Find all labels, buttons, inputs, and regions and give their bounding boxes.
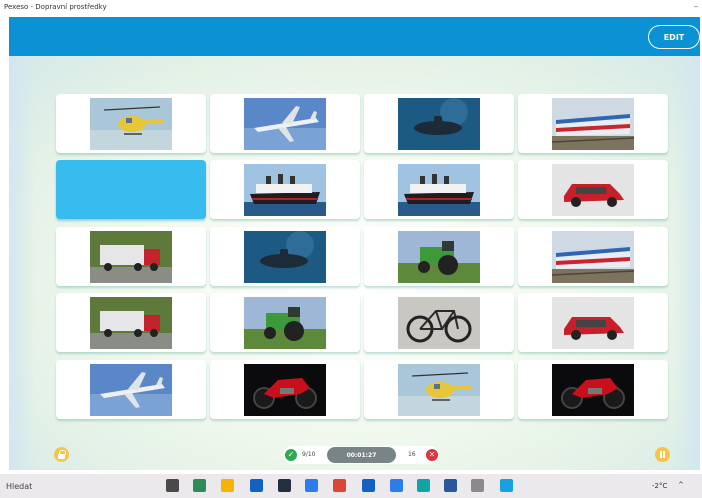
app-window: Pexeso - Dopravní prostředky – EDIT ✓ 9/…: [0, 0, 702, 498]
edge-icon[interactable]: [417, 479, 430, 492]
card-train[interactable]: [518, 227, 668, 286]
header-bar: [9, 17, 700, 56]
explorer-icon[interactable]: [221, 479, 234, 492]
pause-icon[interactable]: [655, 447, 670, 462]
board-edge-right: [674, 56, 700, 470]
dropbox-icon[interactable]: [250, 479, 263, 492]
truck-image: [90, 230, 172, 283]
card-tractor[interactable]: [210, 293, 360, 352]
widgets-icon[interactable]: [193, 479, 206, 492]
card-truck[interactable]: [56, 227, 206, 286]
card-ship[interactable]: [210, 160, 360, 219]
tractor-image: [244, 296, 326, 349]
title-bar: Pexeso - Dopravní prostředky –: [0, 0, 702, 17]
store-icon[interactable]: [305, 479, 318, 492]
error-icon: ✕: [426, 449, 438, 461]
card-motorcycle[interactable]: [518, 360, 668, 419]
motorcycle-image: [244, 363, 326, 416]
task-view-icon[interactable]: [166, 479, 179, 492]
car-image: [552, 296, 634, 349]
taskbar-search[interactable]: Hledat: [6, 482, 32, 491]
board-edge-left: [9, 56, 35, 470]
word-icon[interactable]: [444, 479, 457, 492]
card-train[interactable]: [518, 94, 668, 153]
card-truck[interactable]: [56, 293, 206, 352]
card-helicopter[interactable]: [56, 94, 206, 153]
submarine-image: [244, 230, 326, 283]
check-icon: ✓: [285, 449, 297, 461]
card-face-down[interactable]: [56, 160, 206, 219]
card-submarine[interactable]: [210, 227, 360, 286]
ship-image: [398, 163, 480, 216]
edit-button[interactable]: EDIT: [648, 25, 700, 49]
helicopter-image: [398, 363, 480, 416]
tray-chevron-icon[interactable]: ^: [678, 481, 684, 489]
airplane-image: [244, 97, 326, 150]
amazon-icon[interactable]: [278, 479, 291, 492]
weather-temperature[interactable]: -2°C: [652, 482, 667, 490]
card-tractor[interactable]: [364, 227, 514, 286]
miss-count: 16: [408, 451, 416, 458]
timer: 00:01:27: [327, 447, 396, 463]
card-bicycle[interactable]: [364, 293, 514, 352]
submarine-image: [398, 97, 480, 150]
airplane-image: [90, 363, 172, 416]
chrome-icon[interactable]: [333, 479, 346, 492]
helicopter-image: [90, 97, 172, 150]
window-title: Pexeso - Dopravní prostředky: [4, 3, 107, 11]
card-submarine[interactable]: [364, 94, 514, 153]
lock-icon[interactable]: [54, 447, 69, 462]
truck-image: [90, 296, 172, 349]
train-image: [552, 97, 634, 150]
motorcycle-image: [552, 363, 634, 416]
mail-icon[interactable]: [362, 479, 375, 492]
photos-icon[interactable]: [471, 479, 484, 492]
app-icon[interactable]: [500, 479, 513, 492]
minimize-icon[interactable]: –: [694, 2, 698, 11]
bicycle-image: [398, 296, 480, 349]
tractor-image: [398, 230, 480, 283]
ship-image: [244, 163, 326, 216]
taskbar: [0, 474, 702, 498]
train-image: [552, 230, 634, 283]
card-motorcycle[interactable]: [210, 360, 360, 419]
card-helicopter[interactable]: [364, 360, 514, 419]
card-car[interactable]: [518, 293, 668, 352]
card-car[interactable]: [518, 160, 668, 219]
matched-count: 9/10: [302, 451, 316, 458]
card-airplane[interactable]: [56, 360, 206, 419]
car-image: [552, 163, 634, 216]
card-airplane[interactable]: [210, 94, 360, 153]
calendar-icon[interactable]: [390, 479, 403, 492]
card-ship[interactable]: [364, 160, 514, 219]
